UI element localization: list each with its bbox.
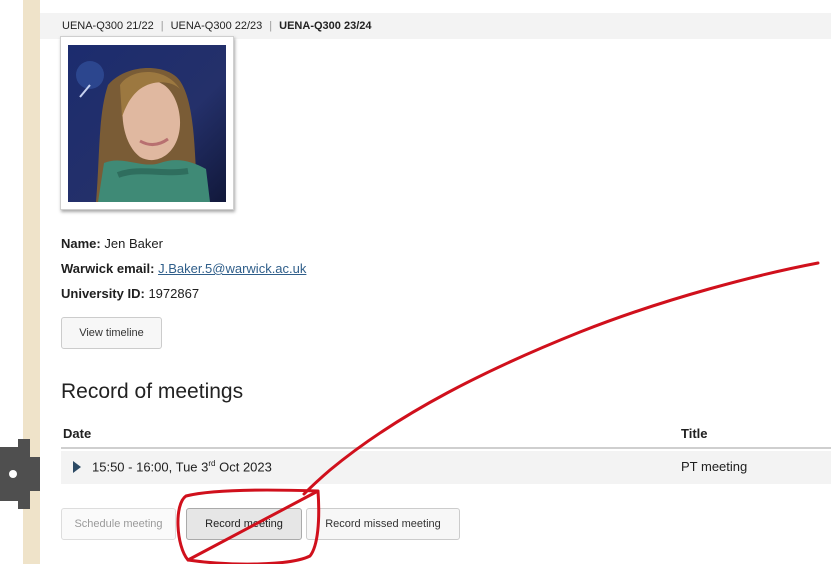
schedule-meeting-button[interactable]: Schedule meeting xyxy=(61,508,176,540)
meeting-date-ordinal: rd xyxy=(208,459,216,468)
name-label: Name: xyxy=(61,236,101,251)
record-meeting-button[interactable]: Record meeting xyxy=(186,508,302,540)
student-name-line: Name: Jen Baker xyxy=(61,236,163,251)
email-label: Warwick email: xyxy=(61,261,155,276)
year-separator: | xyxy=(269,20,273,32)
view-timeline-button[interactable]: View timeline xyxy=(61,317,162,349)
student-photo xyxy=(60,36,234,210)
meeting-date-suffix: Oct 2023 xyxy=(215,459,272,475)
student-email-link[interactable]: J.Baker.5@warwick.ac.uk xyxy=(158,261,306,276)
gear-icon[interactable] xyxy=(0,427,40,521)
student-email-line: Warwick email: J.Baker.5@warwick.ac.uk xyxy=(61,261,306,276)
column-header-date: Date xyxy=(63,426,92,441)
expand-caret-icon[interactable] xyxy=(73,461,81,473)
meeting-row[interactable]: 15:50 - 16:00, Tue 3rd Oct 2023 PT meeti… xyxy=(61,451,831,484)
record-missed-meeting-button[interactable]: Record missed meeting xyxy=(306,508,460,540)
meeting-date: 15:50 - 16:00, Tue 3rd Oct 2023 xyxy=(92,459,272,474)
student-portrait-image xyxy=(68,45,226,202)
meetings-heading: Record of meetings xyxy=(61,380,244,403)
student-name: Jen Baker xyxy=(104,236,163,251)
student-id-line: University ID: 1972867 xyxy=(61,286,199,301)
left-sidebar-strip xyxy=(0,0,40,564)
year-tab-2122[interactable]: UENA-Q300 21/22 xyxy=(62,20,154,32)
meeting-date-prefix: 15:50 - 16:00, Tue 3 xyxy=(92,459,209,475)
university-id-label: University ID: xyxy=(61,286,145,301)
meetings-table-header: Date Title xyxy=(61,423,831,449)
year-separator: | xyxy=(160,20,164,32)
university-id: 1972867 xyxy=(148,286,200,301)
year-tab-2223[interactable]: UENA-Q300 22/23 xyxy=(171,20,263,32)
meeting-title: PT meeting xyxy=(681,459,748,474)
column-header-title: Title xyxy=(681,426,708,441)
year-tab-2324-active[interactable]: UENA-Q300 23/24 xyxy=(279,20,371,32)
